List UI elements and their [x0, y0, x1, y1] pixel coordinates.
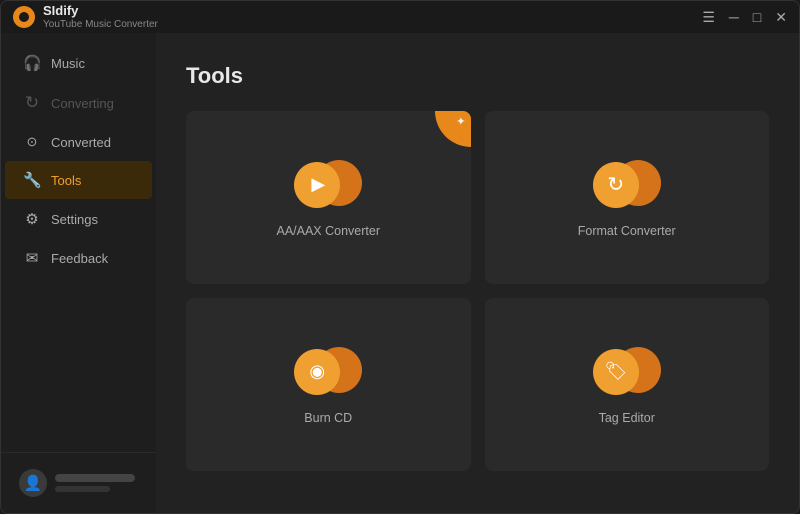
sidebar-label-converting: Converting	[51, 96, 114, 111]
tool-label-aa-aax: AA/AAX Converter	[276, 224, 380, 238]
tool-label-format: Format Converter	[578, 224, 676, 238]
converted-icon: ⊙	[23, 134, 41, 150]
user-area[interactable]: 👤	[13, 463, 144, 503]
minimize-button[interactable]: ─	[729, 10, 739, 24]
app-logo	[13, 6, 35, 28]
avatar: 👤	[19, 469, 47, 497]
feedback-icon: ✉	[23, 249, 41, 267]
sidebar-label-settings: Settings	[51, 212, 98, 227]
icon-circle-front-format: ↻	[593, 162, 639, 208]
user-info	[55, 474, 138, 492]
tool-card-format-converter[interactable]: ↻ Format Converter	[485, 111, 770, 284]
app-logo-inner	[19, 12, 29, 22]
tool-card-burn-cd[interactable]: ◉ Burn CD	[186, 298, 471, 471]
tools-icon: 🔧	[23, 171, 41, 189]
main-layout: 🎧 Music ↻ Converting ⊙ Converted 🔧 Tools	[1, 33, 799, 513]
tool-card-aa-aax[interactable]: ✦ ▶ AA/AAX Converter	[186, 111, 471, 284]
tools-grid: ✦ ▶ AA/AAX Converter ↻	[186, 111, 769, 471]
maximize-button[interactable]: □	[753, 10, 761, 24]
tool-icon-format: ↻	[593, 158, 661, 210]
user-name-placeholder	[55, 474, 135, 482]
app-subtitle: YouTube Music Converter	[43, 19, 158, 31]
titlebar: SIdify YouTube Music Converter ☰ ─ □ ✕	[1, 1, 799, 33]
settings-icon: ⚙	[23, 210, 41, 228]
app-name: SIdify	[43, 3, 158, 19]
headphones-icon: 🎧	[23, 54, 41, 72]
sidebar-item-tools[interactable]: 🔧 Tools	[5, 161, 152, 199]
page-title: Tools	[186, 63, 769, 89]
sidebar-item-converted[interactable]: ⊙ Converted	[5, 124, 152, 160]
menu-icon[interactable]: ☰	[702, 10, 715, 24]
sidebar-item-settings[interactable]: ⚙ Settings	[5, 200, 152, 238]
user-avatar-icon: 👤	[24, 474, 43, 492]
titlebar-controls: ☰ ─ □ ✕	[702, 10, 787, 24]
sidebar: 🎧 Music ↻ Converting ⊙ Converted 🔧 Tools	[1, 33, 156, 513]
tool-label-tag: Tag Editor	[599, 411, 655, 425]
sidebar-item-feedback[interactable]: ✉ Feedback	[5, 239, 152, 277]
sidebar-label-tools: Tools	[51, 173, 81, 188]
play-icon: ▶	[311, 174, 325, 195]
tool-badge-aa-aax: ✦	[435, 111, 471, 147]
close-button[interactable]: ✕	[775, 10, 787, 24]
content-area: Tools ✦ ▶ AA/AAX Converter	[156, 33, 799, 513]
tool-icon-aa-aax: ▶	[294, 158, 362, 210]
sidebar-footer: 👤	[1, 452, 156, 513]
tag-icon: 🏷	[604, 361, 627, 382]
user-sub-placeholder	[55, 486, 110, 492]
icon-circle-front-burn: ◉	[294, 349, 340, 395]
icon-circle-front: ▶	[294, 162, 340, 208]
converting-icon: ↻	[23, 93, 41, 113]
tool-label-burn: Burn CD	[304, 411, 352, 425]
cd-icon: ◉	[309, 361, 325, 382]
sidebar-label-converted: Converted	[51, 135, 111, 150]
tool-icon-tag: 🏷	[593, 345, 661, 397]
sidebar-label-feedback: Feedback	[51, 251, 108, 266]
sidebar-label-music: Music	[51, 56, 85, 71]
app-window: SIdify YouTube Music Converter ☰ ─ □ ✕ 🎧…	[0, 0, 800, 514]
tool-icon-burn: ◉	[294, 345, 362, 397]
sidebar-item-music[interactable]: 🎧 Music	[5, 44, 152, 82]
badge-icon: ✦	[456, 115, 465, 128]
titlebar-left: SIdify YouTube Music Converter	[13, 3, 158, 31]
sidebar-nav: 🎧 Music ↻ Converting ⊙ Converted 🔧 Tools	[1, 43, 156, 452]
tool-card-tag-editor[interactable]: 🏷 Tag Editor	[485, 298, 770, 471]
refresh-icon: ↻	[607, 172, 624, 197]
sidebar-item-converting: ↻ Converting	[5, 83, 152, 123]
icon-circle-front-tag: 🏷	[593, 349, 639, 395]
